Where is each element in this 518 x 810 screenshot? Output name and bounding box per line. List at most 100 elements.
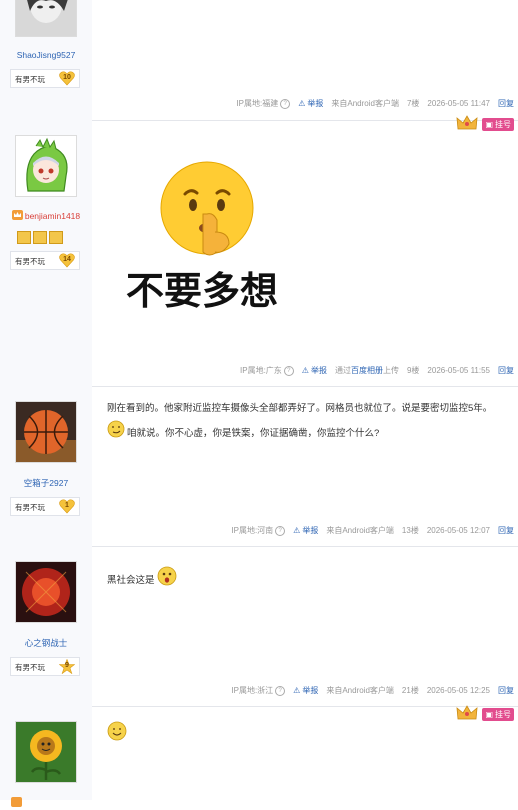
reply-link[interactable]: 回复	[498, 365, 514, 376]
source-suffix: 上传	[382, 366, 399, 375]
help-icon[interactable]: ?	[275, 685, 286, 696]
report-button[interactable]: ⚠ 举报	[293, 685, 318, 696]
source-prefix: 通过	[334, 366, 351, 375]
register-icon: ▣	[485, 710, 493, 719]
post-floor-21: 心之钢战士 有男不玩 9 黑社会这是 IP属地:浙江? ⚠ 举报 来自Androi…	[0, 546, 518, 707]
register-button[interactable]: ▣ 挂号	[482, 118, 514, 131]
shush-emoji-icon	[160, 161, 254, 256]
medal-icon[interactable]	[17, 231, 31, 244]
warning-icon: ⚠	[298, 99, 306, 108]
vip-icon	[11, 210, 23, 222]
source: 来自Android客户端	[326, 526, 394, 535]
crown-icon	[456, 114, 478, 135]
medal-row	[17, 231, 63, 244]
badge-level: 9	[65, 662, 69, 669]
content-text: 咱就说。你不心虚，你是铁案，你证据确凿，你监控个什么?	[127, 427, 380, 439]
source: 来自Android客户端	[326, 686, 394, 695]
badge-level: 14	[63, 256, 71, 263]
level-heart-icon: 10	[59, 71, 75, 86]
level-heart-icon: 1	[59, 499, 75, 514]
avatar[interactable]	[15, 0, 77, 37]
post-time: 2026-05-05 12:25	[426, 686, 490, 695]
post-time: 2026-05-05 11:47	[427, 99, 490, 108]
floor-number: 7楼	[406, 99, 420, 108]
ip-text: IP属地:河南	[231, 526, 274, 535]
help-icon[interactable]: ?	[275, 525, 286, 536]
register-label: 挂号	[495, 710, 511, 719]
badge-text: 有男不玩	[15, 257, 45, 266]
smile-emoji-icon	[107, 721, 127, 744]
post-partial: ▣ 挂号	[0, 704, 518, 807]
badge-text: 有男不玩	[15, 503, 45, 512]
smirk-emoji-icon	[107, 420, 125, 447]
help-icon[interactable]: ?	[283, 365, 294, 376]
fan-badge[interactable]: 有男不玩 14	[10, 251, 80, 270]
post-floor-13: 空箱子2927 有男不玩 1 刚在看到的。他家附近监控车摄像头全部都弄好了。网格…	[0, 386, 518, 547]
post-content: 黑社会这是	[107, 566, 177, 595]
shocked-emoji-icon	[157, 566, 177, 595]
badge-text: 有男不玩	[15, 75, 45, 84]
content-line-2: 咱就说。你不心虚，你是铁案，你证据确凿，你监控个什么?	[107, 420, 512, 447]
reply-link[interactable]: 回复	[498, 98, 514, 109]
post-top-actions: ▣ 挂号	[456, 704, 514, 725]
post-time: 2026-05-05 11:55	[427, 366, 490, 375]
ip-text: IP属地:浙江	[231, 686, 274, 695]
register-icon: ▣	[485, 120, 493, 129]
report-button[interactable]: ⚠ 举报	[293, 525, 318, 536]
reply-link[interactable]: 回复	[498, 685, 514, 696]
post-content: 刚在看到的。他家附近监控车摄像头全部都弄好了。网格员也就位了。说是要密切监控5年…	[107, 398, 512, 447]
ip-location: IP属地:浙江?	[231, 685, 286, 696]
post-time: 2026-05-05 12:07	[426, 526, 490, 535]
floor-number: 13楼	[401, 526, 419, 535]
report-label: 举报	[302, 526, 319, 535]
report-label: 举报	[307, 99, 324, 108]
avatar[interactable]	[15, 401, 77, 463]
sticker-image[interactable]: 不要多想	[120, 160, 290, 313]
avatar[interactable]	[15, 135, 77, 197]
ip-text: IP属地:广东	[240, 366, 282, 375]
report-label: 举报	[310, 366, 327, 375]
username[interactable]: ShaoJisng9527	[0, 50, 92, 60]
content-text: 黑社会这是	[107, 574, 155, 586]
floor-number: 9楼	[406, 366, 420, 375]
avatar[interactable]	[15, 561, 77, 623]
post-top-actions: ▣ 挂号	[456, 114, 514, 135]
source: 来自Android客户端	[331, 99, 399, 108]
ip-location: IP属地:河南?	[231, 525, 286, 536]
post-footer: IP属地:广东? ⚠ 举报 通过百度相册上传 9楼 2026-05-05 11:5…	[240, 365, 514, 376]
crown-icon	[456, 704, 478, 725]
username[interactable]: benjiamin1418	[25, 211, 80, 221]
medal-icon[interactable]	[33, 231, 47, 244]
floor-number: 21楼	[401, 686, 419, 695]
warning-icon: ⚠	[301, 366, 309, 375]
post-footer: IP属地:浙江? ⚠ 举报 来自Android客户端 21楼 2026-05-05…	[231, 685, 514, 696]
source-link[interactable]: 百度相册	[351, 366, 383, 375]
avatar[interactable]	[15, 721, 77, 783]
level-heart-icon: 14	[59, 253, 75, 268]
username[interactable]: 空箱子2927	[0, 477, 92, 489]
post-content	[107, 721, 127, 750]
fan-badge[interactable]: 有男不玩 9	[10, 657, 80, 676]
sticker-caption: 不要多想	[126, 269, 279, 313]
report-label: 举报	[302, 686, 319, 695]
content-line: 刚在看到的。他家附近监控车摄像头全部都弄好了。网格员也就位了。说是要密切监控5年…	[107, 403, 493, 414]
report-button[interactable]: ⚠ 举报	[302, 365, 327, 376]
badge-level: 10	[63, 74, 71, 81]
medal-icon[interactable]	[49, 231, 63, 244]
fan-badge[interactable]: 有男不玩 10	[10, 69, 80, 88]
post-floor-7: ShaoJisng9527 有男不玩 10 IP属地:福建? ⚠ 举报 来自And…	[0, 0, 518, 121]
username[interactable]: 心之钢战士	[0, 637, 92, 649]
report-button[interactable]: ⚠ 举报	[298, 98, 323, 109]
post-footer: IP属地:河南? ⚠ 举报 来自Android客户端 13楼 2026-05-05…	[231, 525, 514, 536]
source: 通过百度相册上传	[335, 365, 399, 376]
reply-link[interactable]: 回复	[498, 525, 514, 536]
ip-text: IP属地:福建	[236, 99, 279, 108]
fan-badge[interactable]: 有男不玩 1	[10, 497, 80, 516]
vip-icon	[11, 796, 22, 810]
register-button[interactable]: ▣ 挂号	[482, 708, 514, 721]
level-star-icon: 9	[58, 658, 76, 675]
post-footer: IP属地:福建? ⚠ 举报 来自Android客户端 7楼 2026-05-05 …	[236, 98, 514, 109]
ip-location: IP属地:福建?	[236, 98, 291, 109]
help-icon[interactable]: ?	[280, 98, 291, 109]
warning-icon: ⚠	[293, 526, 301, 535]
